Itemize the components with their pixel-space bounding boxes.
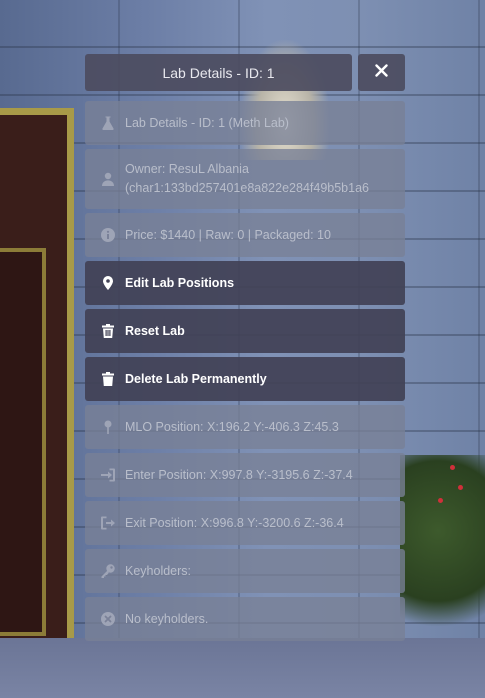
close-button[interactable] xyxy=(358,54,405,91)
menu-header: Lab Details - ID: 1 xyxy=(85,54,405,91)
menu-item-exit-position: Exit Position: X:996.8 Y:-3200.6 Z:-36.4 xyxy=(85,501,405,545)
menu-item-owner: Owner: ResuL Albania (char1:133bd257401e… xyxy=(85,149,405,209)
menu-item-keyholders: Keyholders: xyxy=(85,549,405,593)
map-pin-icon xyxy=(100,275,116,291)
delete-lab-button[interactable]: Delete Lab Permanently xyxy=(85,357,405,401)
map-pin-outline-icon xyxy=(100,419,116,435)
menu-item-no-keyholders: No keyholders. xyxy=(85,597,405,641)
owner-identifier: (char1:133bd257401e8a822e284f49b5b1a6 xyxy=(125,181,369,195)
info-icon xyxy=(100,227,116,243)
user-icon xyxy=(100,171,116,187)
sign-out-icon xyxy=(100,515,116,531)
menu-title: Lab Details - ID: 1 xyxy=(85,54,352,91)
close-icon xyxy=(375,63,388,82)
menu-item-enter-position: Enter Position: X:997.8 Y:-3195.6 Z:-37.… xyxy=(85,453,405,497)
menu-item-price: Price: $1440 | Raw: 0 | Packaged: 10 xyxy=(85,213,405,257)
trash-icon xyxy=(100,371,116,387)
plant xyxy=(400,455,485,645)
owner-name: Owner: ResuL Albania xyxy=(125,162,249,176)
trash-icon xyxy=(100,323,116,339)
menu-item-mlo-position: MLO Position: X:196.2 Y:-406.3 Z:45.3 xyxy=(85,405,405,449)
circle-x-icon xyxy=(100,611,116,627)
key-icon xyxy=(100,563,116,579)
edit-lab-positions-button[interactable]: Edit Lab Positions xyxy=(85,261,405,305)
sign-in-icon xyxy=(100,467,116,483)
menu-item-lab-details: Lab Details - ID: 1 (Meth Lab) xyxy=(85,101,405,145)
reset-lab-button[interactable]: Reset Lab xyxy=(85,309,405,353)
flask-icon xyxy=(100,115,116,131)
lab-details-menu: Lab Details - ID: 1 Lab Details - ID: 1 … xyxy=(85,54,405,645)
